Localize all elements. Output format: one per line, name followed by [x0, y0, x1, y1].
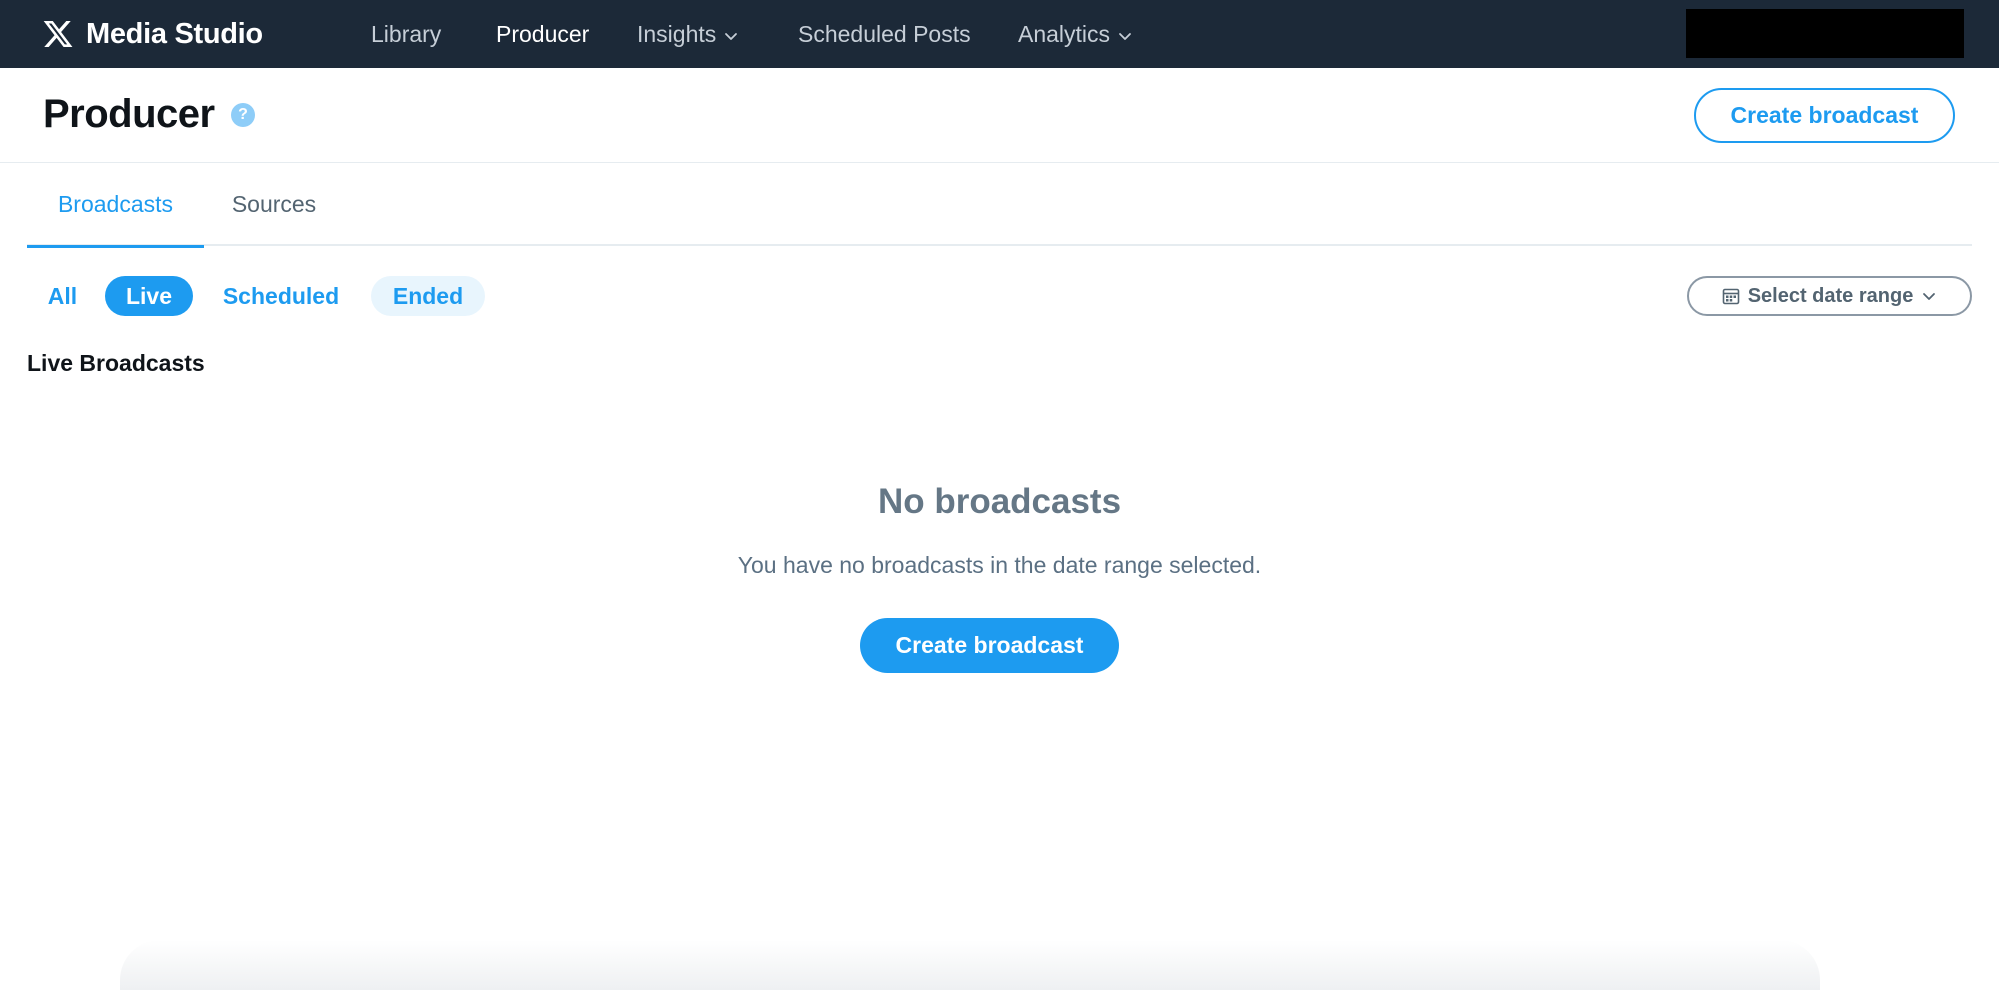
tab-bar: Broadcasts Sources	[27, 163, 1972, 248]
filter-all[interactable]: All	[36, 276, 89, 316]
nav-item-label: Insights	[637, 20, 717, 47]
nav-item-insights[interactable]: Insights	[637, 0, 738, 68]
create-broadcast-primary-button[interactable]: Create broadcast	[860, 618, 1119, 673]
bottom-shadow	[120, 940, 1820, 990]
nav-item-library[interactable]: Library	[371, 0, 441, 68]
nav-item-label: Scheduled Posts	[798, 20, 971, 47]
nav-item-label: Library	[371, 20, 442, 47]
filter-scheduled[interactable]: Scheduled	[207, 276, 355, 316]
nav-item-scheduled-posts[interactable]: Scheduled Posts	[798, 0, 971, 68]
create-broadcast-button[interactable]: Create broadcast	[1694, 88, 1955, 143]
brand[interactable]: Media Studio	[42, 0, 263, 68]
tab-label: Broadcasts	[57, 191, 174, 217]
filter-live[interactable]: Live	[105, 276, 193, 316]
empty-state-description: You have no broadcasts in the date range…	[737, 552, 1262, 578]
x-logo-icon	[43, 21, 73, 47]
brand-name: Media Studio	[86, 17, 263, 50]
nav-item-label: Analytics	[1018, 20, 1111, 47]
date-range-select[interactable]: Select date range	[1687, 276, 1972, 316]
page-header: Producer ? Create broadcast	[0, 68, 1999, 163]
filter-ended[interactable]: Ended	[371, 276, 485, 316]
top-navigation-bar: Media Studio Library Producer Insights S…	[0, 0, 1999, 68]
nav-item-label: Producer	[496, 20, 590, 47]
empty-state-title: No broadcasts	[877, 482, 1122, 521]
tab-sources[interactable]: Sources	[204, 163, 344, 246]
nav-item-producer[interactable]: Producer	[496, 0, 589, 68]
chevron-down-icon	[725, 33, 738, 40]
calendar-icon	[1722, 288, 1739, 305]
date-range-label: Select date range	[1747, 284, 1914, 307]
section-title: Live Broadcasts	[27, 350, 205, 376]
chevron-down-icon	[1119, 33, 1131, 40]
page-title: Producer	[43, 92, 215, 136]
tab-broadcasts[interactable]: Broadcasts	[27, 163, 204, 248]
tab-label: Sources	[231, 191, 317, 217]
help-icon[interactable]: ?	[231, 103, 255, 127]
nav-item-analytics[interactable]: Analytics	[1018, 0, 1132, 68]
account-menu-redacted[interactable]	[1686, 9, 1964, 58]
chevron-down-icon	[1923, 293, 1936, 300]
